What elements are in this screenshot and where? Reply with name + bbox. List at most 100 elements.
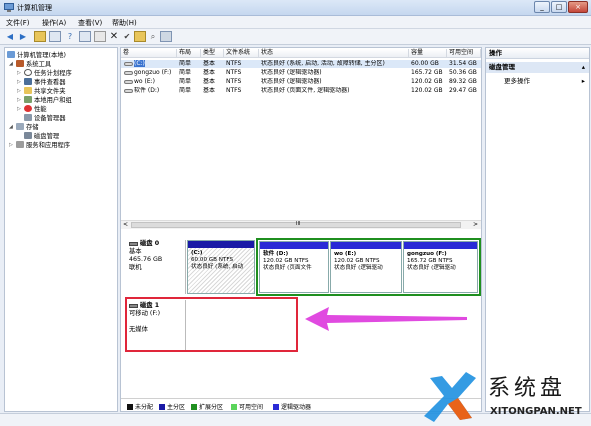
partition-details: (C:) 60.00 GB NTFS 状态良好 (系统, 启动 <box>188 248 254 293</box>
submenu-arrow-icon: ▸ <box>581 77 585 85</box>
tree-item-local-users[interactable]: ▷ 本地用户和组 <box>17 95 72 104</box>
tree-item-shared-folders[interactable]: ▷ 共享文件夹 <box>17 86 65 95</box>
actions-pane: 操作 磁盘管理 ▴ 更多操作 ▸ <box>485 47 590 412</box>
free-space-cell: 29.47 GB <box>449 87 477 94</box>
tree-item-root[interactable]: 计算机管理(本地) <box>7 50 66 59</box>
delete-icon[interactable]: ✕ <box>108 31 120 42</box>
legend-label: 可用空间 <box>239 404 264 411</box>
window-title: 计算机管理 <box>17 4 52 12</box>
partition-f[interactable]: gongzuo (F:) 165.72 GB NTFS 状态良好 (逻辑驱动 <box>403 241 478 293</box>
volume-name: wo (E:) <box>134 78 155 85</box>
divider <box>185 240 186 294</box>
scroll-left-icon[interactable]: < <box>123 221 128 228</box>
tree-item-event-viewer[interactable]: ▷ 事件查看器 <box>17 77 65 86</box>
legend-unallocated: 未分配 <box>127 402 153 411</box>
refresh-icon[interactable] <box>94 31 106 42</box>
tree-item-task-scheduler[interactable]: ▷ 任务计划程序 <box>17 68 72 77</box>
drive-icon <box>124 79 133 84</box>
partition-color-bar <box>331 242 401 249</box>
tree-item-system-tools[interactable]: ◢ 系统工具 <box>9 59 51 68</box>
users-icon <box>24 96 32 103</box>
forward-arrow-icon[interactable]: ▶ <box>17 31 29 42</box>
column-header-status[interactable]: 状态 <box>259 49 409 58</box>
tree-item-disk-management[interactable]: 磁盘管理 <box>24 131 59 140</box>
maximize-button[interactable]: □ <box>551 1 567 13</box>
tree-label-services: 服务和应用程序 <box>26 142 71 149</box>
capacity-cell: 120.02 GB <box>411 87 443 94</box>
legend-logical-drive: 逻辑驱动器 <box>273 402 311 411</box>
collapse-up-icon[interactable]: ▴ <box>582 62 585 73</box>
collapse-triangle-icon[interactable]: ◢ <box>9 61 14 67</box>
disk-management-panel: 卷 布局 类型 文件系统 状态 容量 可用空间 (C:) 简单 基本 NTFS … <box>120 47 482 412</box>
tree-label-task-scheduler: 任务计划程序 <box>34 70 72 77</box>
expand-triangle-icon[interactable]: ▷ <box>17 70 22 76</box>
table-row[interactable]: (C:) 简单 基本 NTFS 状态良好 (系统, 启动, 活动, 故障转储, … <box>121 60 481 68</box>
menu-view[interactable]: 查看(V) <box>78 18 102 28</box>
column-header-free-space[interactable]: 可用空间 <box>447 49 481 58</box>
menu-action[interactable]: 操作(A) <box>42 18 66 28</box>
partition-e[interactable]: wo (E:) 120.02 GB NTFS 状态良好 (逻辑驱动 <box>330 241 402 293</box>
more-actions-item[interactable]: 更多操作 ▸ <box>486 76 589 87</box>
table-row[interactable]: gongzuo (F:) 简单 基本 NTFS 状态良好 (逻辑驱动器) 165… <box>121 69 481 77</box>
disk-view-icon[interactable] <box>160 31 172 42</box>
scroll-right-icon[interactable]: > <box>473 221 478 228</box>
close-button[interactable]: × <box>568 1 588 13</box>
navigation-tree: 计算机管理(本地) ◢ 系统工具 ▷ 任务计划程序 ▷ 事件查看器 ▷ 共享文件夹 ▷ 本… <box>4 47 118 412</box>
column-header-volume[interactable]: 卷 <box>121 49 177 58</box>
free-space-cell: 50.36 GB <box>449 69 477 76</box>
actions-section-disk-management[interactable]: 磁盘管理 ▴ <box>486 62 589 73</box>
tree-item-performance[interactable]: ▷ 性能 <box>17 104 47 113</box>
layout-cell: 简单 <box>179 78 192 85</box>
device-manager-icon <box>24 114 32 121</box>
table-row[interactable]: 软件 (D:) 简单 基本 NTFS 状态良好 (页面文件, 逻辑驱动器) 12… <box>121 87 481 95</box>
column-header-filesystem[interactable]: 文件系统 <box>224 49 259 58</box>
expand-triangle-icon[interactable]: ▷ <box>17 106 22 112</box>
filesystem-cell: NTFS <box>226 87 242 94</box>
free-space-cell: 89.32 GB <box>449 78 477 85</box>
event-log-icon <box>24 78 32 85</box>
tools-icon <box>16 60 24 67</box>
table-row[interactable]: wo (E:) 简单 基本 NTFS 状态良好 (逻辑驱动器) 120.02 G… <box>121 78 481 86</box>
horizontal-scrollbar[interactable]: < III > <box>121 220 481 229</box>
expand-triangle-icon[interactable]: ▷ <box>17 88 22 94</box>
tree-item-storage[interactable]: ◢ 存储 <box>9 122 39 131</box>
menu-help[interactable]: 帮助(H) <box>112 18 137 28</box>
menu-file[interactable]: 文件(F) <box>6 18 30 28</box>
back-arrow-icon[interactable]: ◀ <box>4 31 16 42</box>
properties-icon[interactable] <box>79 31 91 42</box>
disk0-info[interactable]: 磁盘 0 基本 465.76 GB 联机 <box>129 240 184 292</box>
filesystem-cell: NTFS <box>226 78 242 85</box>
volume-name-cell: 软件 (D:) <box>124 87 176 95</box>
actions-section-label: 磁盘管理 <box>489 63 515 71</box>
up-folder-icon[interactable] <box>34 31 46 42</box>
legend-swatch <box>159 403 165 410</box>
partition-c[interactable]: (C:) 60.00 GB NTFS 状态良好 (系统, 启动 <box>187 240 255 294</box>
show-hide-tree-icon[interactable] <box>49 31 61 42</box>
column-header-capacity[interactable]: 容量 <box>409 49 447 58</box>
help-icon[interactable]: ? <box>64 31 76 42</box>
collapse-triangle-icon[interactable]: ◢ <box>9 124 14 130</box>
partition-size: 60.00 GB NTFS <box>191 257 234 263</box>
free-space-cell: 31.54 GB <box>449 60 477 67</box>
legend-swatch <box>273 403 279 410</box>
partition-color-bar <box>188 241 254 248</box>
column-header-type[interactable]: 类型 <box>201 49 224 58</box>
open-folder-icon[interactable] <box>134 31 146 42</box>
expand-triangle-icon[interactable]: ▷ <box>17 79 22 85</box>
tree-item-services[interactable]: ▷ 服务和应用程序 <box>9 140 70 149</box>
partition-d[interactable]: 软件 (D:) 120.02 GB NTFS 状态良好 (页面文件 <box>259 241 329 293</box>
check-icon[interactable]: ✔ <box>121 31 133 42</box>
partition-details: wo (E:) 120.02 GB NTFS 状态良好 (逻辑驱动 <box>331 249 401 274</box>
highlight-box <box>125 297 298 352</box>
minimize-button[interactable]: _ <box>534 1 550 13</box>
search-icon[interactable]: ⌕ <box>147 31 159 42</box>
volume-name: (C:) <box>134 60 145 67</box>
tree-item-device-manager[interactable]: 设备管理器 <box>24 113 65 122</box>
disk0-title: 磁盘 0 <box>129 240 184 248</box>
expand-triangle-icon[interactable]: ▷ <box>9 142 14 148</box>
expand-triangle-icon[interactable]: ▷ <box>17 97 22 103</box>
watermark-cn: 系统盘 <box>488 376 567 401</box>
legend-free-space: 可用空间 <box>231 402 263 411</box>
column-header-layout[interactable]: 布局 <box>177 49 201 58</box>
layout-cell: 简单 <box>179 69 192 76</box>
